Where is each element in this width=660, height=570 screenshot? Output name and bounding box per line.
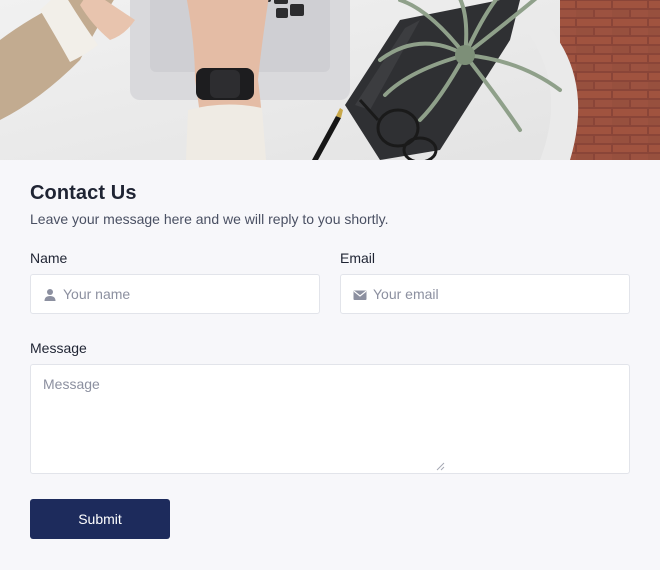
email-field[interactable]: [340, 274, 630, 314]
email-input[interactable]: [373, 275, 623, 313]
envelope-icon: [353, 288, 367, 302]
user-icon: [43, 288, 57, 302]
submit-button[interactable]: Submit: [30, 499, 170, 539]
form-title: Contact Us: [30, 182, 137, 204]
desk-photo-illustration: [0, 0, 660, 160]
message-textarea[interactable]: [31, 365, 629, 473]
name-label: Name: [30, 250, 68, 266]
contact-card: Contact Us Leave your message here and w…: [0, 0, 660, 570]
name-input[interactable]: [63, 275, 313, 313]
message-field[interactable]: [30, 364, 630, 474]
email-label: Email: [340, 250, 376, 266]
form-subtitle: Leave your message here and we will repl…: [30, 211, 389, 227]
resize-handle-icon[interactable]: [435, 458, 445, 471]
name-field[interactable]: [30, 274, 320, 314]
header-image: [0, 0, 660, 160]
message-label: Message: [30, 340, 87, 356]
